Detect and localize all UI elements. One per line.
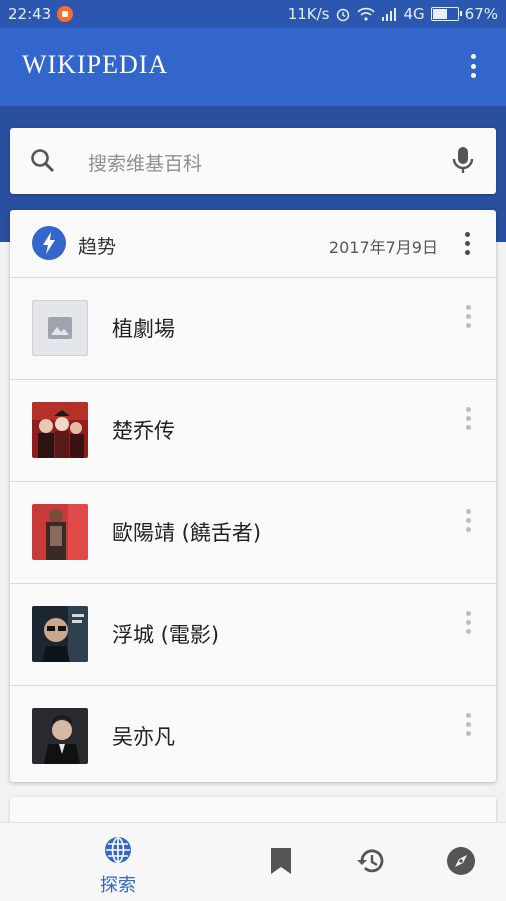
battery-icon <box>430 7 462 21</box>
bottom-navigation: 探索 <box>0 822 506 901</box>
trending-list: 植劇場 楚乔传 歐陽靖 (饒舌者) 浮城 (電影) 吴亦凡 <box>10 278 496 787</box>
placeholder-image-icon <box>32 300 88 356</box>
app-bar: WIKIPEDIA <box>0 28 506 106</box>
bookmark-icon <box>271 848 291 874</box>
card-title: 趋势 <box>78 236 117 258</box>
item-menu-button[interactable] <box>464 509 472 535</box>
item-menu-button[interactable] <box>464 407 472 433</box>
item-menu-button[interactable] <box>464 713 472 739</box>
card-header: 趋势 2017年7月9日 <box>10 210 496 278</box>
signal-icon <box>382 8 397 21</box>
nav-explore-label: 探索 <box>100 875 136 896</box>
item-menu-button[interactable] <box>464 305 472 331</box>
nav-reading-lists[interactable] <box>270 847 292 879</box>
list-item[interactable]: 歐陽靖 (饒舌者) <box>10 482 496 584</box>
item-title: 吴亦凡 <box>112 725 175 749</box>
history-icon <box>357 849 384 873</box>
item-thumbnail <box>32 402 88 458</box>
alarm-icon <box>337 8 350 22</box>
nav-nearby[interactable] <box>446 846 476 880</box>
wifi-icon <box>357 7 376 21</box>
status-time: 22:43 <box>8 5 52 23</box>
item-thumbnail <box>32 708 88 764</box>
card-date: 2017年7月9日 <box>328 238 438 257</box>
list-item[interactable]: 植劇場 <box>10 278 496 380</box>
item-menu-button[interactable] <box>464 611 472 637</box>
card-menu-button[interactable] <box>462 232 472 258</box>
list-item[interactable]: 楚乔传 <box>10 380 496 482</box>
item-thumbnail <box>32 606 88 662</box>
search-bar[interactable]: 搜索维基百科 <box>10 128 496 194</box>
network-speed: 11K/s <box>287 5 330 23</box>
item-title: 浮城 (電影) <box>112 623 220 647</box>
microphone-icon[interactable] <box>452 146 474 176</box>
list-item[interactable]: 浮城 (電影) <box>10 584 496 686</box>
status-bar: 22:43 11K/s 4G 67% <box>0 0 506 28</box>
nav-explore[interactable]: 探索 <box>96 835 140 897</box>
list-item[interactable]: 吴亦凡 <box>10 686 496 787</box>
trending-card: 趋势 2017年7月9日 植劇場 楚乔传 歐陽靖 (饒舌者) 浮城 (電影) 吴… <box>10 210 496 782</box>
item-title: 歐陽靖 (饒舌者) <box>112 521 262 545</box>
globe-icon <box>105 837 131 863</box>
item-thumbnail <box>32 504 88 560</box>
network-type: 4G <box>403 5 425 23</box>
item-title: 植劇場 <box>112 317 175 341</box>
item-title: 楚乔传 <box>112 419 175 443</box>
search-icon <box>31 149 55 173</box>
trending-icon <box>32 226 66 260</box>
compass-icon <box>447 847 475 875</box>
nav-history[interactable] <box>356 846 386 880</box>
notification-icon <box>57 6 74 22</box>
search-placeholder: 搜索维基百科 <box>88 153 203 175</box>
wikipedia-logo: WIKIPEDIA <box>22 50 169 79</box>
battery-percent: 67% <box>464 5 498 23</box>
overflow-menu-button[interactable] <box>464 54 482 82</box>
